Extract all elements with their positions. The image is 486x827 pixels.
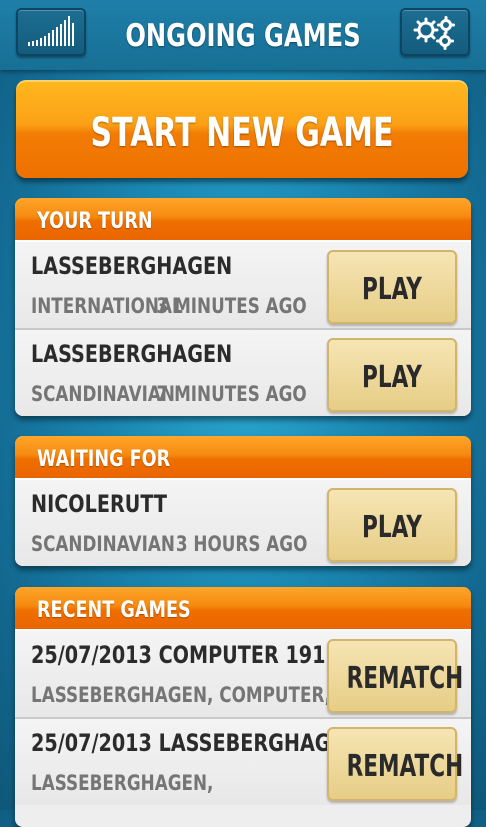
waiting-for-heading: WAITING FOR (37, 447, 171, 472)
last-move-time: 7 MINUTES AGO (156, 382, 307, 406)
game-row[interactable]: 25/07/2013 LASSEBERGHAGEN 62 LASSEBERGHA… (15, 717, 471, 805)
last-move-time: 3 MINUTES AGO (156, 294, 307, 318)
play-button-label: PLAY (362, 272, 422, 307)
game-row[interactable]: LASSEBERGHAGEN SCANDINAVIAN 7 MINUTES AG… (15, 328, 471, 416)
game-variant: SCANDINAVIAN (31, 382, 175, 406)
gears-icon (413, 16, 455, 50)
game-players: LASSEBERGHAGEN, COMPUTER, (31, 683, 332, 707)
opponent-name: NICOLERUTT (31, 490, 167, 518)
recent-games-header: RECENT GAMES (15, 587, 471, 629)
game-row[interactable]: 25/07/2013 COMPUTER 191 LASSEBERGHAGEN, … (15, 629, 471, 717)
play-button[interactable]: PLAY (327, 338, 457, 412)
game-players: LASSEBERGHAGEN, (31, 771, 214, 795)
your-turn-panel: YOUR TURN LASSEBERGHAGEN INTERNATIONAL 3… (15, 198, 471, 416)
page-title: ONGOING GAMES (125, 18, 361, 54)
play-button-label: PLAY (362, 360, 422, 395)
waiting-for-panel: WAITING FOR NICOLERUTT SCANDINAVIAN 3 HO… (15, 436, 471, 566)
play-button[interactable]: PLAY (327, 250, 457, 324)
rematch-button[interactable]: REMATCH (327, 727, 464, 801)
rematch-button-label: REMATCH (346, 661, 464, 696)
opponent-name: LASSEBERGHAGEN (31, 252, 233, 280)
start-new-game-button[interactable]: START NEW GAME (16, 80, 468, 178)
opponent-name: LASSEBERGHAGEN (31, 340, 233, 368)
your-turn-heading: YOUR TURN (37, 209, 153, 234)
game-row[interactable]: LASSEBERGHAGEN INTERNATIONAL 3 MINUTES A… (15, 240, 471, 328)
play-button[interactable]: PLAY (327, 488, 457, 562)
waiting-for-header: WAITING FOR (15, 436, 471, 478)
recent-games-panel: RECENT GAMES 25/07/2013 COMPUTER 191 LAS… (15, 587, 471, 827)
game-row[interactable]: NICOLERUTT SCANDINAVIAN 3 HOURS AGO PLAY (15, 478, 471, 566)
start-new-game-label: START NEW GAME (90, 110, 394, 156)
settings-button[interactable] (400, 8, 470, 56)
top-bar: ONGOING GAMES (0, 0, 486, 70)
play-button-label: PLAY (362, 510, 422, 545)
last-move-time: 3 HOURS AGO (175, 532, 307, 556)
game-variant: SCANDINAVIAN (31, 532, 175, 556)
rematch-button-label: REMATCH (346, 749, 464, 784)
recent-games-heading: RECENT GAMES (37, 598, 191, 623)
game-result: 25/07/2013 COMPUTER 191 (31, 641, 326, 669)
your-turn-header: YOUR TURN (15, 198, 471, 240)
rematch-button[interactable]: REMATCH (327, 639, 464, 713)
